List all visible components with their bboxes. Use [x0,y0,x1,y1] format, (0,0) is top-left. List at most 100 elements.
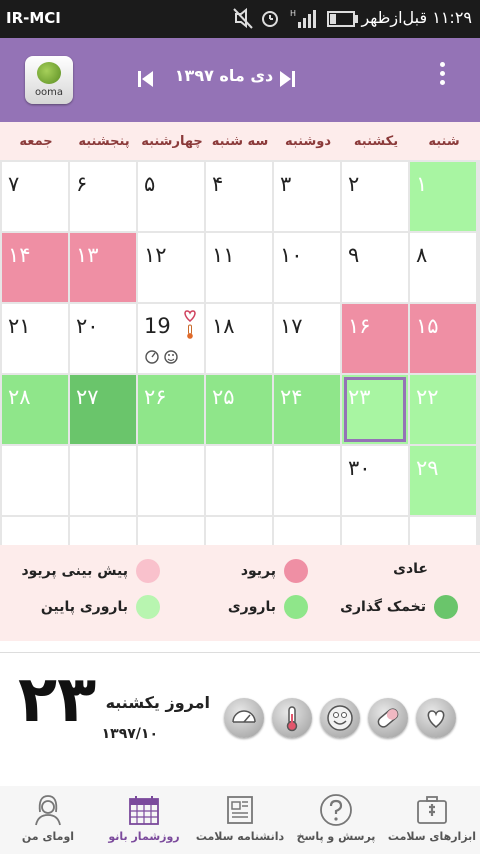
tab-my-ooma[interactable]: اومای من [0,786,96,854]
calendar-empty-cell [138,446,204,515]
calendar-day-cell[interactable]: ۱۵ [410,304,476,373]
tab-label: ابزارهای سلامت [387,830,477,843]
tab-label: دانشنامه سلامت [195,830,285,843]
bottom-navigation: ابزارهای سلامت پرسش و پاسخ دانشنامه سلام… [0,786,480,854]
calendar-day-cell[interactable]: ۱۸ [206,304,272,373]
calendar-day-cell[interactable]: ۲۹ [410,446,476,515]
tab-label: روزشمار بانو [108,830,180,843]
legend-fertile: باروری [228,595,308,621]
status-time: ۱۱:۲۹ قبل‌ازظهر [361,8,472,27]
calendar-day-cell[interactable]: ۴ [206,162,272,231]
temperature-tool-button[interactable] [272,698,312,738]
mood-tool-button[interactable] [320,698,360,738]
day-number: ۵ [144,172,156,196]
calendar-day-cell[interactable]: ۹ [342,233,408,302]
calendar-day-cell[interactable]: ۲۲ [410,375,476,444]
thermometer-icon [286,706,298,732]
calendar-day-cell[interactable]: ۷ [2,162,68,231]
calendar-day-cell[interactable]: ۱۳ [70,233,136,302]
smiley-icon [164,350,178,364]
day-number: ۴ [212,172,224,196]
status-icons: H [233,7,358,29]
today-panel: ۲۳ امروز یکشنبه ۱۳۹۷/۱۰ [0,652,480,788]
calendar-legend: عادی پریود پیش بینی پریود تخمک گذاری بار… [0,545,480,641]
tab-health-tools[interactable]: ابزارهای سلامت [384,786,480,854]
legend-dot [284,559,308,583]
question-icon [320,794,352,826]
tab-questions[interactable]: پرسش و پاسخ [288,786,384,854]
calendar-day-cell[interactable]: ۳۰ [342,446,408,515]
calendar-day-cell[interactable]: ۱۷ [274,304,340,373]
calendar-day-cell[interactable]: ۱۰ [274,233,340,302]
calendar-day-cell[interactable]: ۲ [342,162,408,231]
scale-icon [145,350,159,364]
weekday-label: جمعه [19,134,53,149]
day-number: ۲۳ [348,385,371,409]
legend-low-fertile: باروری پایین [41,595,160,621]
calendar-day-cell[interactable]: ۲۱ [2,304,68,373]
day-number: ۱۰ [280,243,303,267]
tab-calendar[interactable]: روزشمار بانو [96,786,192,854]
calendar-day-cell[interactable]: ۱ [410,162,476,231]
month-title: دی ماه ۱۳۹۷ [174,66,274,85]
calendar-day-cell[interactable]: ۲۰ [70,304,136,373]
calendar-day-cell[interactable]: ۲۴ [274,375,340,444]
svg-text:H: H [290,9,296,18]
calendar-empty-cell [70,446,136,515]
day-number: ۲۲ [416,385,439,409]
calendar-day-cell[interactable]: ۲۶ [138,375,204,444]
day-number: ۸ [416,243,428,267]
carrier-name: IR-MCI [6,9,61,27]
day-number: ۲۹ [416,456,439,480]
weight-tool-button[interactable] [224,698,264,738]
calendar-day-cell[interactable]: ۸ [410,233,476,302]
calendar-day-cell[interactable]: ۱۴ [2,233,68,302]
calendar-day-cell[interactable]: ۵ [138,162,204,231]
legend-dot [434,595,458,619]
smiley-icon [327,705,353,731]
today-day-number: ۲۳ [18,663,97,737]
day-number: ۲ [348,172,360,196]
legend-dot [284,595,308,619]
overflow-menu-button[interactable] [432,62,452,102]
calendar-day-cell[interactable]: ۲۵ [206,375,272,444]
day-number: ۲۱ [8,314,31,338]
ooma-logo[interactable]: ooma [25,56,73,104]
calendar-day-cell[interactable]: ۳ [274,162,340,231]
calendar-day-cell[interactable]: ۶ [70,162,136,231]
day-number: ۱۸ [212,314,235,338]
heart-icon [184,310,196,322]
calendar-day-cell[interactable]: 19 [138,304,204,373]
weekday-label: شنبه [428,134,460,149]
calendar-day-cell[interactable]: ۲۸ [2,375,68,444]
calendar-day-cell[interactable]: ۱۱ [206,233,272,302]
weekday-label: پنجشنبه [78,134,130,149]
day-number: ۲۰ [76,314,99,338]
day-number: ۳۰ [348,456,371,480]
tab-encyclopedia[interactable]: دانشنامه سلامت [192,786,288,854]
legend-label: پیش بینی پریود [21,563,128,579]
legend-predicted-period: پیش بینی پریود [21,559,160,585]
battery-icon [327,11,358,27]
day-number: ۲۵ [212,385,235,409]
day-number: ۱۶ [348,314,371,338]
heart-tool-button[interactable] [416,698,456,738]
calendar-day-cell[interactable]: ۲۷ [70,375,136,444]
previous-month-button[interactable] [137,69,155,89]
day-log-icons [145,310,196,364]
calendar-day-cell[interactable]: ۱۲ [138,233,204,302]
legend-label: پریود [240,563,276,579]
scale-icon [232,710,256,723]
calendar-day-cell[interactable]: ۲۳ [342,375,408,444]
calendar-day-cell[interactable]: ۱۶ [342,304,408,373]
pill-tool-button[interactable] [368,698,408,738]
legend-normal: عادی [393,561,428,587]
legend-period: پریود [241,559,308,585]
day-number: ۲۶ [144,385,167,409]
legend-label: عادی [393,561,428,577]
legend-label: باروری [227,599,276,615]
next-month-button[interactable] [278,69,296,89]
day-number: ۱۵ [416,314,439,338]
calendar-empty-cell [2,446,68,515]
day-number: ۱۳ [76,243,99,267]
